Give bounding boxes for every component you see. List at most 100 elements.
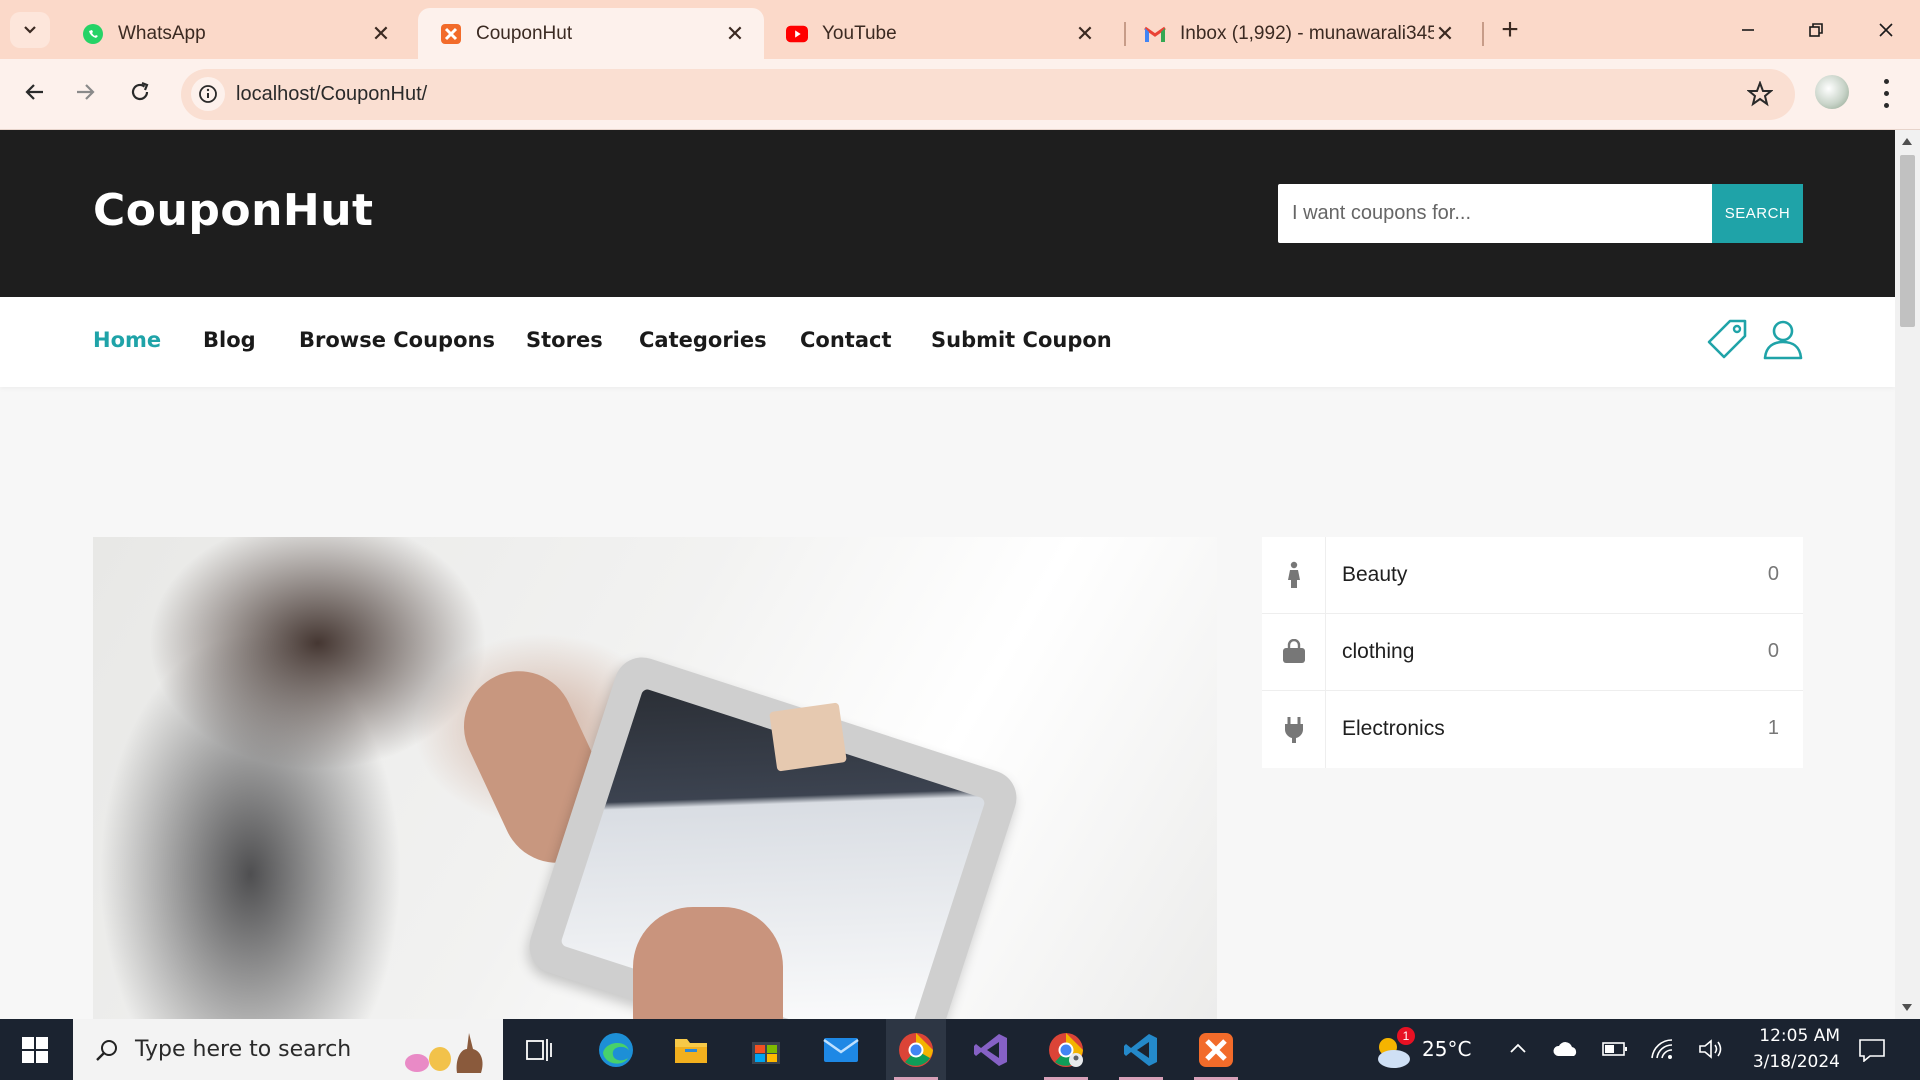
- site-info-icon[interactable]: [191, 77, 225, 111]
- address-bar[interactable]: localhost/CouponHut/: [181, 69, 1795, 120]
- site-logo[interactable]: CouponHut: [93, 185, 374, 236]
- vscode-icon[interactable]: [1111, 1019, 1171, 1080]
- nav-categories[interactable]: Categories: [639, 328, 767, 352]
- close-icon[interactable]: ✕: [724, 21, 746, 46]
- tab-title: CouponHut: [476, 22, 573, 44]
- forward-button[interactable]: [66, 72, 106, 112]
- nav-contact[interactable]: Contact: [800, 328, 892, 352]
- hero-image: [93, 537, 1217, 1019]
- browser-menu-button[interactable]: [1876, 75, 1896, 111]
- windows-logo-icon: [22, 1036, 48, 1063]
- tab-couponhut[interactable]: CouponHut ✕: [418, 8, 764, 59]
- scrollbar-thumb[interactable]: [1900, 155, 1915, 327]
- start-button[interactable]: [0, 1019, 70, 1080]
- user-account-icon[interactable]: [1762, 318, 1804, 365]
- coupon-search-input[interactable]: [1278, 184, 1712, 243]
- onedrive-icon[interactable]: [1552, 1040, 1580, 1063]
- chevron-up-icon[interactable]: [1508, 1039, 1528, 1064]
- nav-home[interactable]: Home: [93, 328, 161, 352]
- browser-tab-strip: WhatsApp ✕ CouponHut ✕ YouTube ✕ Inbox (…: [0, 0, 1920, 59]
- windows-taskbar: Type here to search 1 25°C 12:05 AM 3/18…: [0, 1019, 1920, 1080]
- category-item-electronics[interactable]: Electronics 1: [1262, 691, 1803, 768]
- browser-toolbar: localhost/CouponHut/: [0, 59, 1920, 130]
- clock-time[interactable]: 12:05 AM: [1748, 1026, 1840, 1046]
- microsoft-store-icon[interactable]: [736, 1019, 796, 1080]
- visual-studio-icon[interactable]: [961, 1019, 1021, 1080]
- category-name: Beauty: [1342, 563, 1408, 586]
- whatsapp-icon: [82, 23, 104, 45]
- main-navigation: Home Blog Browse Coupons Stores Categori…: [0, 297, 1895, 387]
- nav-submit-coupon[interactable]: Submit Coupon: [931, 328, 1112, 352]
- nav-browse-coupons[interactable]: Browse Coupons: [299, 328, 495, 352]
- restore-icon: [1809, 23, 1823, 37]
- nav-blog[interactable]: Blog: [203, 328, 256, 352]
- weather-temperature[interactable]: 25°C: [1422, 1037, 1471, 1061]
- tab-search-button[interactable]: [10, 12, 50, 48]
- category-name: clothing: [1342, 640, 1415, 663]
- minimize-button[interactable]: [1714, 8, 1782, 52]
- notification-center-icon[interactable]: [1858, 1038, 1886, 1067]
- bookmark-star-icon[interactable]: [1746, 80, 1774, 112]
- search-icon: [96, 1039, 117, 1061]
- reload-icon: [131, 81, 149, 101]
- female-icon: [1262, 537, 1326, 613]
- tab-title: Inbox (1,992) - munawarali345@: [1180, 22, 1434, 44]
- chrome-profile-icon[interactable]: [1036, 1019, 1096, 1080]
- gmail-icon: [1144, 23, 1166, 45]
- page-viewport: CouponHut SEARCH Home Blog Browse Coupon…: [0, 130, 1895, 1019]
- clock-date[interactable]: 3/18/2024: [1744, 1052, 1840, 1072]
- youtube-icon: [786, 23, 808, 45]
- battery-icon[interactable]: [1602, 1041, 1628, 1062]
- hero-image-hand: [633, 907, 783, 1019]
- wifi-icon[interactable]: [1650, 1038, 1676, 1065]
- taskbar-search-placeholder: Type here to search: [135, 1037, 352, 1062]
- tab-youtube[interactable]: YouTube ✕: [764, 8, 1114, 59]
- plug-icon: [1262, 691, 1326, 768]
- category-count: 1: [1767, 717, 1779, 739]
- mail-icon[interactable]: [811, 1019, 871, 1080]
- tag-icon[interactable]: [1706, 318, 1748, 365]
- xampp-icon: [440, 23, 462, 45]
- chrome-icon[interactable]: [886, 1019, 946, 1080]
- task-view-icon[interactable]: [509, 1019, 569, 1080]
- url-text[interactable]: localhost/CouponHut/: [236, 83, 427, 106]
- tab-gmail[interactable]: Inbox (1,992) - munawarali345@ ✕: [1122, 8, 1474, 59]
- tab-separator: [1482, 22, 1484, 46]
- weather-icon[interactable]: 1: [1372, 1027, 1416, 1071]
- reload-button[interactable]: [120, 72, 160, 112]
- page-scrollbar[interactable]: [1895, 130, 1920, 1019]
- arrow-right-icon: [77, 84, 95, 100]
- category-count: 0: [1767, 563, 1779, 585]
- category-list: Beauty 0 clothing 0 Electronics 1: [1262, 537, 1803, 768]
- tab-whatsapp[interactable]: WhatsApp ✕: [60, 8, 410, 59]
- hero-image-box: [769, 702, 847, 772]
- category-item-beauty[interactable]: Beauty 0: [1262, 537, 1803, 614]
- edge-browser-icon[interactable]: [586, 1019, 646, 1080]
- category-count: 0: [1767, 640, 1779, 662]
- easter-decoration-icon: [405, 1033, 483, 1073]
- category-item-clothing[interactable]: clothing 0: [1262, 614, 1803, 691]
- search-button[interactable]: SEARCH: [1712, 184, 1803, 243]
- tab-title: YouTube: [822, 22, 897, 44]
- taskbar-search-box[interactable]: Type here to search: [73, 1019, 503, 1080]
- volume-icon[interactable]: [1698, 1038, 1724, 1065]
- restore-button[interactable]: [1782, 8, 1850, 52]
- tab-title: WhatsApp: [118, 22, 206, 44]
- new-tab-button[interactable]: +: [1494, 13, 1526, 46]
- weather-badge: 1: [1397, 1027, 1415, 1045]
- file-explorer-icon[interactable]: [661, 1019, 721, 1080]
- close-window-button[interactable]: [1852, 8, 1920, 52]
- xampp-icon[interactable]: [1186, 1019, 1246, 1080]
- close-icon[interactable]: ✕: [1434, 21, 1456, 46]
- close-icon: [1879, 23, 1893, 37]
- nav-stores[interactable]: Stores: [526, 328, 603, 352]
- back-button[interactable]: [14, 72, 54, 112]
- minimize-icon: [1742, 29, 1754, 31]
- close-icon[interactable]: ✕: [1074, 21, 1096, 46]
- scroll-up-arrow[interactable]: [1902, 138, 1912, 145]
- site-header: CouponHut SEARCH: [0, 130, 1895, 297]
- profile-avatar[interactable]: [1815, 75, 1849, 109]
- chevron-down-icon: [24, 26, 36, 34]
- close-icon[interactable]: ✕: [370, 21, 392, 46]
- scroll-down-arrow[interactable]: [1902, 1004, 1912, 1011]
